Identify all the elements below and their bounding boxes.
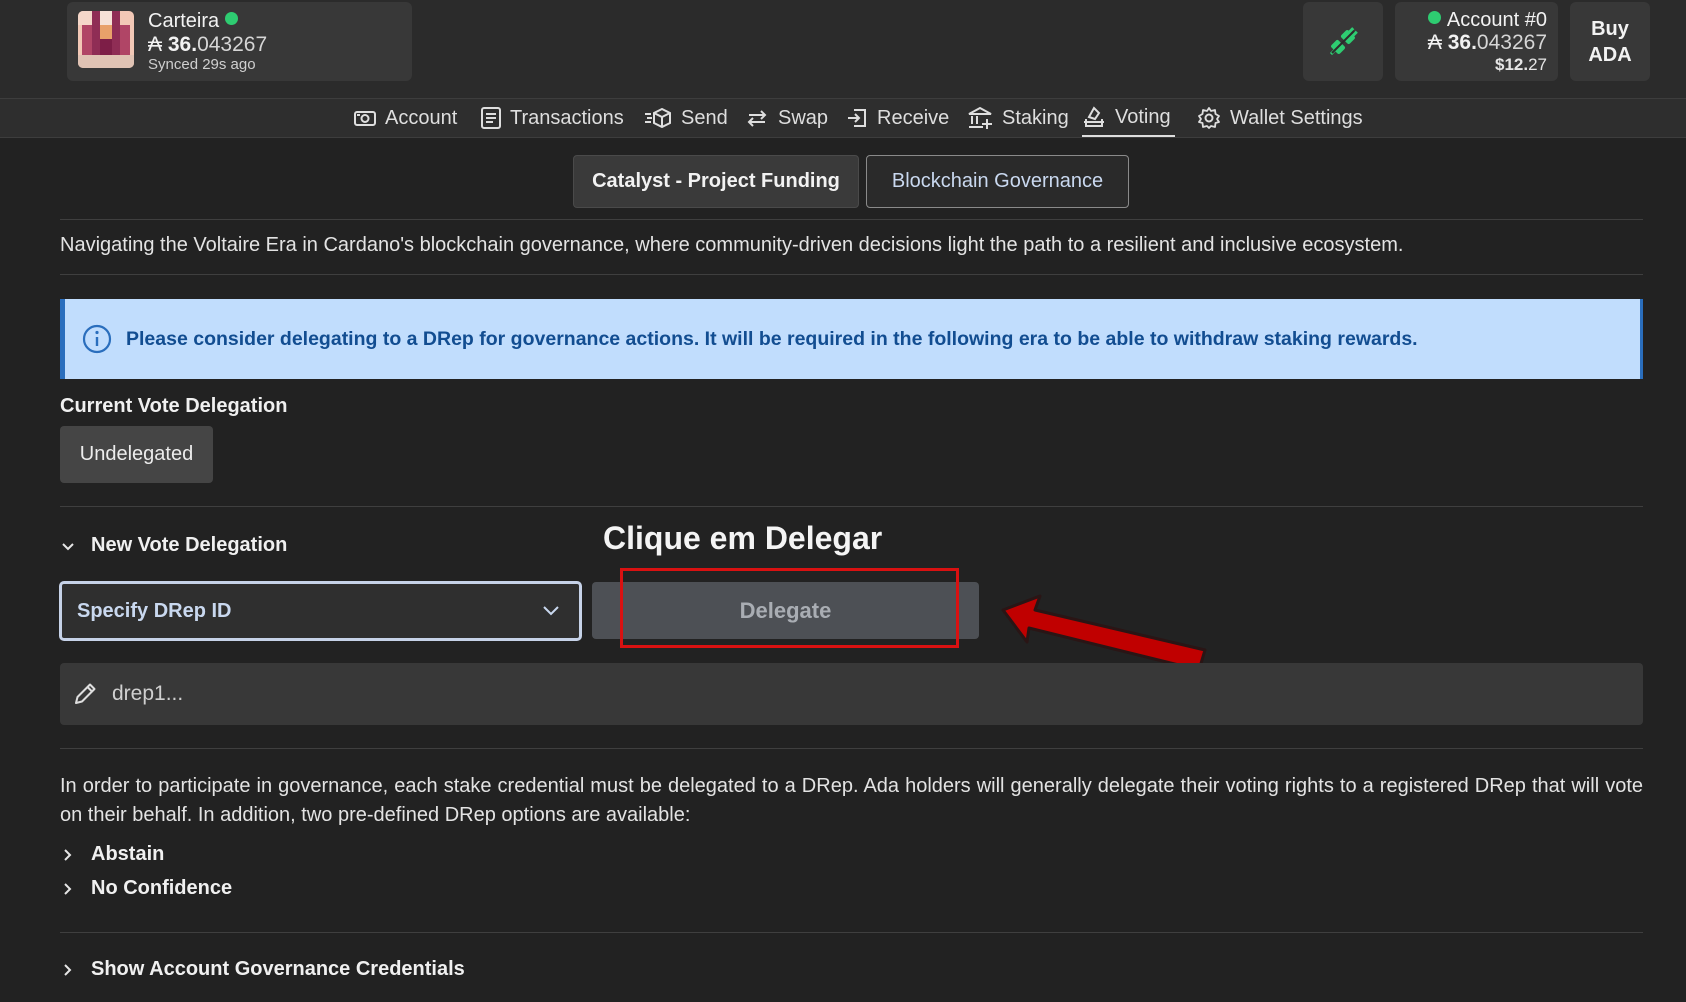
- wallet-balance-frac: 043267: [197, 33, 268, 56]
- divider: [60, 932, 1643, 933]
- drep-type-select[interactable]: Specify DRep ID: [59, 581, 582, 641]
- send-icon: [645, 108, 671, 128]
- list-icon: [481, 107, 501, 129]
- divider: [60, 748, 1643, 749]
- nav-receive-label: Receive: [877, 106, 950, 129]
- ada-symbol: ₳: [1427, 31, 1442, 54]
- bank-icon: [968, 106, 992, 129]
- vote-icon: [1084, 106, 1104, 127]
- nav-swap-label: Swap: [778, 106, 829, 129]
- divider: [60, 274, 1643, 275]
- account-usd-value: $12.27: [1495, 55, 1547, 75]
- wallet-sync-status: Synced 29s ago: [148, 56, 256, 73]
- option-no-confidence-label: No Confidence: [91, 877, 233, 899]
- chevron-right-icon: [64, 882, 72, 895]
- wallet-card[interactable]: Carteira ₳ 36.043267 Synced 29s ago: [67, 2, 412, 81]
- chevron-down-icon: [543, 606, 559, 616]
- divider: [60, 506, 1643, 507]
- annotation-label: Clique em Delegar: [603, 520, 883, 556]
- account-usd-frac: 27: [1528, 55, 1547, 74]
- divider: [60, 219, 1643, 220]
- account-usd-int: $12.: [1494, 55, 1529, 74]
- current-delegation-label: Current Vote Delegation: [60, 395, 288, 417]
- plug-icon: [1329, 26, 1358, 55]
- nav-voting[interactable]: Voting: [1082, 99, 1175, 137]
- account-name: Account #0: [1427, 9, 1547, 32]
- nav-staking-label: Staking: [1002, 106, 1069, 129]
- nav-receive[interactable]: Receive: [846, 99, 949, 137]
- option-abstain-label: Abstain: [91, 843, 165, 865]
- highlight-box: [620, 568, 959, 648]
- chevron-right-icon: [64, 963, 72, 976]
- account-status-dot: [1427, 11, 1441, 24]
- buy-ada-line1: Buy: [1591, 17, 1629, 40]
- receive-icon: [848, 109, 866, 127]
- drep-id-field[interactable]: [60, 663, 1643, 725]
- governance-info-text: In order to participate in governance, e…: [60, 775, 1643, 826]
- sync-status-dot: [225, 12, 239, 25]
- option-abstain-toggle[interactable]: Abstain: [60, 843, 164, 866]
- wallet-avatar: [78, 11, 134, 68]
- show-credentials-toggle[interactable]: Show Account Governance Credentials: [60, 958, 465, 981]
- account-balance-frac: 043267: [1476, 31, 1547, 54]
- top-bar: Carteira ₳ 36.043267 Synced 29s ago Acco…: [0, 0, 1686, 98]
- account-balance-int: 36.: [1447, 31, 1477, 54]
- wallet-balance-int: 36.: [167, 33, 198, 56]
- wallet-balance: ₳ 36.043267: [148, 33, 267, 57]
- camera-icon: [354, 111, 376, 126]
- nav-voting-label: Voting: [1115, 105, 1171, 128]
- swap-icon: [747, 110, 767, 127]
- pencil-icon: [75, 683, 96, 704]
- account-card[interactable]: Account #0 ₳ 36.043267 $12.27: [1395, 2, 1558, 81]
- account-balance: ₳ 36.043267: [1428, 31, 1547, 55]
- dapp-connect-button[interactable]: [1303, 2, 1383, 81]
- drep-id-input[interactable]: [112, 682, 1512, 706]
- info-alert: Please consider delegating to a DRep for…: [60, 299, 1643, 379]
- nav-staking[interactable]: Staking: [967, 99, 1069, 137]
- info-icon: [82, 324, 112, 354]
- buy-ada-button[interactable]: Buy ADA: [1570, 2, 1650, 81]
- nav-account[interactable]: Account: [354, 99, 457, 137]
- show-credentials-label: Show Account Governance Credentials: [91, 958, 465, 980]
- ada-symbol: ₳: [148, 33, 163, 56]
- main-nav: Account Transactions Send Swap Receive S…: [0, 98, 1686, 138]
- buy-ada-line2: ADA: [1588, 43, 1632, 66]
- tab-catalyst[interactable]: Catalyst - Project Funding: [573, 155, 859, 208]
- info-message: Please consider delegating to a DRep for…: [126, 327, 1418, 350]
- nav-wallet-settings-label: Wallet Settings: [1230, 106, 1363, 129]
- new-delegation-label: New Vote Delegation: [91, 534, 288, 556]
- nav-account-label: Account: [385, 106, 458, 129]
- current-delegation-value: Undelegated: [60, 426, 213, 483]
- drep-select-value: Specify DRep ID: [77, 599, 232, 622]
- wallet-name: Carteira: [148, 10, 239, 33]
- chevron-right-icon: [64, 848, 72, 861]
- chevron-down-icon: [62, 542, 74, 550]
- nav-wallet-settings[interactable]: Wallet Settings: [1197, 99, 1363, 137]
- nav-transactions[interactable]: Transactions: [481, 99, 624, 137]
- nav-send[interactable]: Send: [644, 99, 728, 137]
- nav-transactions-label: Transactions: [510, 106, 624, 129]
- tab-blockchain-governance[interactable]: Blockchain Governance: [866, 155, 1129, 208]
- option-no-confidence-toggle[interactable]: No Confidence: [60, 877, 232, 900]
- new-delegation-toggle[interactable]: New Vote Delegation: [60, 534, 287, 557]
- nav-swap[interactable]: Swap: [745, 99, 828, 137]
- intro-text: Navigating the Voltaire Era in Cardano's…: [60, 234, 1404, 256]
- gear-icon: [1198, 107, 1220, 129]
- nav-send-label: Send: [681, 106, 728, 129]
